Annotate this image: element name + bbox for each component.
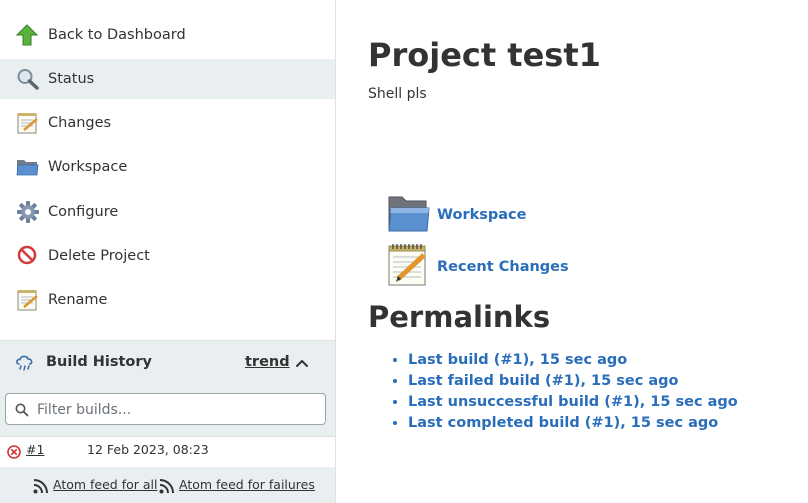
no-entry-icon	[16, 245, 40, 267]
build-history-title: Build History	[46, 354, 152, 370]
task-label: Delete Project	[48, 248, 150, 264]
filter-builds-container	[0, 384, 335, 436]
gear-icon	[16, 201, 40, 223]
list-item: Last failed build (#1), 15 sec ago	[408, 371, 738, 392]
build-history-header: Build History trend	[0, 340, 335, 385]
task-label: Workspace	[48, 159, 128, 175]
task-label: Configure	[48, 204, 119, 220]
search-icon	[15, 402, 29, 421]
build-history-row[interactable]: #1 12 Feb 2023, 08:23	[0, 436, 335, 467]
atom-feed-all-link[interactable]: Atom feed for all	[53, 477, 158, 492]
recent-changes-link[interactable]: Recent Changes	[437, 259, 569, 275]
task-status[interactable]: Status	[0, 59, 335, 99]
task-back-to-dashboard[interactable]: Back to Dashboard	[0, 15, 335, 55]
notepad-icon	[16, 289, 40, 311]
permalink-last-unsuccessful-build[interactable]: Last unsuccessful build (#1), 15 sec ago	[408, 394, 738, 410]
atom-feeds: Atom feed for all Atom feed for failures	[0, 467, 335, 503]
filter-builds-box[interactable]	[5, 393, 326, 425]
atom-feed-failures-link[interactable]: Atom feed for failures	[179, 477, 315, 492]
task-workspace[interactable]: Workspace	[0, 147, 335, 187]
list-item: Last completed build (#1), 15 sec ago	[408, 413, 738, 434]
task-label: Back to Dashboard	[48, 27, 186, 43]
task-label: Rename	[48, 292, 108, 308]
permalink-last-failed-build[interactable]: Last failed build (#1), 15 sec ago	[408, 373, 679, 389]
rss-feed-icon	[33, 478, 49, 498]
permalink-last-build[interactable]: Last build (#1), 15 sec ago	[408, 352, 627, 368]
trend-link[interactable]: trend	[245, 354, 290, 370]
task-label: Status	[48, 71, 95, 87]
sidebar: Back to Dashboard Status Changes Workspa…	[0, 0, 336, 503]
page-title: Project test1	[368, 36, 601, 74]
list-item: Last build (#1), 15 sec ago	[408, 350, 738, 371]
main-panel: Project test1 Shell pls Workspace Recent…	[336, 0, 808, 503]
permalink-last-completed-build[interactable]: Last completed build (#1), 15 sec ago	[408, 415, 718, 431]
build-timestamp: 12 Feb 2023, 08:23	[87, 442, 209, 457]
build-number-link[interactable]: #1	[26, 442, 44, 457]
failed-status-icon	[7, 444, 21, 463]
task-changes[interactable]: Changes	[0, 103, 335, 143]
list-item: Last unsuccessful build (#1), 15 sec ago	[408, 392, 738, 413]
notepad-icon	[16, 112, 40, 134]
large-notepad-icon	[386, 243, 430, 293]
permalinks-heading: Permalinks	[368, 300, 551, 334]
task-rename[interactable]: Rename	[0, 280, 335, 320]
workspace-link[interactable]: Workspace	[437, 207, 526, 223]
magnifier-icon	[16, 68, 40, 90]
up-arrow-icon	[16, 24, 40, 46]
task-label: Changes	[48, 115, 112, 131]
rss-feed-icon	[159, 478, 175, 498]
project-description: Shell pls	[368, 86, 427, 102]
filter-builds-input[interactable]	[35, 398, 319, 422]
folder-icon	[16, 156, 40, 178]
permalinks-list: Last build (#1), 15 sec ago Last failed …	[386, 350, 738, 434]
cloud-rain-icon	[15, 355, 35, 375]
task-delete-project[interactable]: Delete Project	[0, 236, 335, 276]
large-folder-icon	[386, 194, 430, 238]
chevron-up-icon[interactable]	[294, 355, 310, 371]
task-configure[interactable]: Configure	[0, 192, 335, 232]
